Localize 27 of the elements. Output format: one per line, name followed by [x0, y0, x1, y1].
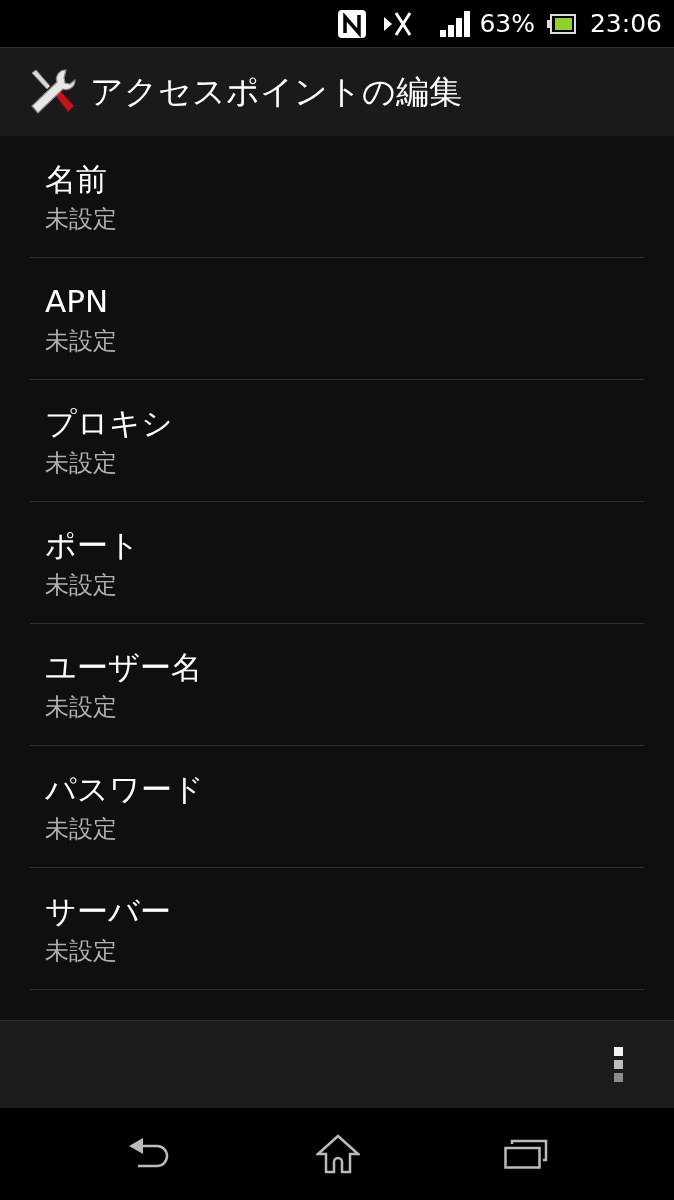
setting-value: 未設定 — [45, 325, 117, 357]
recent-apps-icon — [504, 1139, 548, 1169]
setting-value: 未設定 — [45, 447, 117, 479]
back-button[interactable] — [128, 1138, 170, 1170]
setting-title: サーバー — [45, 891, 171, 931]
setting-value: 未設定 — [45, 203, 117, 235]
home-button[interactable] — [316, 1134, 360, 1174]
screen-title: アクセスポイントの編集 — [90, 72, 462, 112]
nfc-icon — [337, 8, 368, 39]
setting-value: 未設定 — [45, 935, 117, 967]
setting-title: ポート — [45, 525, 140, 565]
home-icon — [316, 1134, 360, 1174]
recent-apps-button[interactable] — [504, 1139, 548, 1169]
setting-title: プロキシ — [45, 403, 173, 443]
back-icon — [128, 1138, 170, 1170]
setting-title: パスワード — [45, 769, 204, 809]
setting-title: APN — [45, 281, 109, 321]
clock-time: 23:06 — [589, 11, 662, 36]
setting-value: 未設定 — [45, 691, 117, 723]
signal-icon — [440, 10, 471, 37]
setting-title: ユーザー名 — [45, 647, 202, 687]
setting-value: 未設定 — [45, 569, 117, 601]
setting-title: 名前 — [45, 159, 107, 199]
overflow-menu-icon — [613, 1047, 623, 1082]
battery-percent: 63% — [479, 11, 535, 36]
setting-value: 未設定 — [45, 813, 117, 845]
battery-icon — [546, 13, 576, 34]
